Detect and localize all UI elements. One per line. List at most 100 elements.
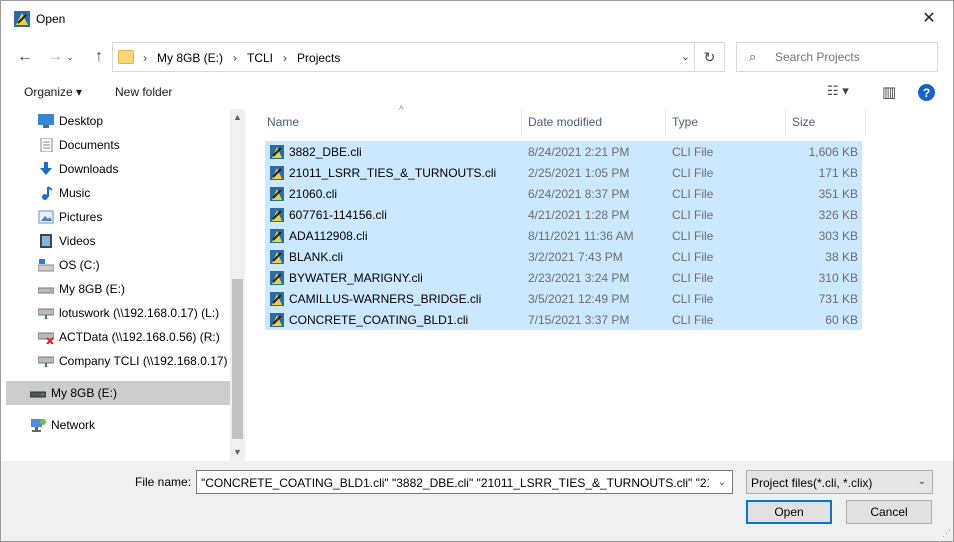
sidebar-item-actdata[interactable]: ACTData (\\192.168.0.56) (R:) — [6, 325, 231, 349]
file-row[interactable]: BLANK.cli 3/2/2021 7:43 PM CLI File 38 KB — [265, 246, 862, 267]
scroll-up-icon[interactable]: ▲ — [233, 112, 242, 122]
column-header-date[interactable]: Date modified — [522, 109, 666, 135]
usb-drive-icon — [38, 287, 54, 294]
resize-grip-icon[interactable]: ⋰ — [942, 528, 951, 539]
videos-icon — [40, 234, 52, 248]
file-size: 326 KB — [818, 208, 858, 222]
breadcrumb-drive[interactable]: My 8GB (E:) — [153, 51, 227, 65]
cli-file-icon — [270, 208, 284, 222]
address-bar[interactable]: › My 8GB (E:) › TCLI › Projects ⌄ ↻ — [112, 42, 725, 72]
sidebar-item-label: Videos — [59, 234, 96, 248]
sidebar-item-usb-drive-root[interactable]: My 8GB (E:) — [6, 381, 231, 405]
help-button[interactable]: ? — [918, 84, 935, 101]
recent-locations-button[interactable]: ⌄ — [64, 47, 76, 67]
pictures-icon — [38, 210, 54, 224]
file-name: ADA112908.cli — [289, 229, 368, 243]
change-view-button[interactable]: ☷ ▾ — [827, 83, 849, 99]
search-icon: ⌕ — [749, 49, 757, 64]
sidebar-item-os-drive[interactable]: OS (C:) — [6, 253, 231, 277]
sidebar-item-downloads[interactable]: Downloads — [6, 157, 231, 181]
file-row[interactable]: ADA112908.cli 8/11/2021 11:36 AM CLI File 3… — [265, 225, 862, 246]
preview-pane-button[interactable]: ▥ — [882, 83, 896, 101]
window-title: Open — [36, 12, 66, 26]
file-date: 7/15/2021 3:37 PM — [528, 313, 630, 327]
cancel-button[interactable]: Cancel — [846, 500, 932, 524]
file-size: 38 KB — [825, 250, 858, 264]
cli-file-icon — [270, 187, 284, 201]
sidebar-item-network[interactable]: Network — [6, 413, 231, 437]
file-size: 303 KB — [818, 229, 858, 243]
column-header-size[interactable]: Size — [786, 109, 866, 135]
breadcrumb-tcli[interactable]: TCLI — [243, 51, 277, 65]
file-date: 4/21/2021 1:28 PM — [528, 208, 630, 222]
chevron-down-icon[interactable]: ⌄ — [712, 471, 732, 493]
sidebar-item-company-tcli[interactable]: Company TCLI (\\192.168.0.17) ( — [6, 349, 231, 373]
search-input[interactable] — [775, 47, 933, 67]
sidebar-item-label: My 8GB (E:) — [51, 386, 118, 400]
file-name: BLANK.cli — [289, 250, 344, 264]
file-row[interactable]: 21011_LSRR_TIES_&_TURNOUTS.cli 2/25/2021 … — [265, 162, 862, 183]
file-row[interactable]: CONCRETE_COATING_BLD1.cli 7/15/2021 3:37 … — [265, 309, 862, 330]
file-row[interactable]: CAMILLUS-WARNERS_BRIDGE.cli 3/5/2021 12:4… — [265, 288, 862, 309]
address-dropdown-icon[interactable]: ⌄ — [681, 50, 690, 63]
file-type: CLI File — [672, 145, 714, 159]
refresh-button[interactable]: ↻ — [694, 43, 724, 71]
cli-file-icon — [270, 271, 284, 285]
sidebar-scrollbar[interactable]: ▲ ▼ — [230, 109, 245, 461]
column-header-label: Name — [267, 115, 300, 129]
file-row[interactable]: 21060.cli 6/24/2021 8:37 PM CLI File 351 KB — [265, 183, 862, 204]
file-row[interactable]: BYWATER_MARIGNY.cli 2/23/2021 3:24 PM CLI … — [265, 267, 862, 288]
new-folder-button[interactable]: New folder — [115, 85, 172, 99]
file-name: 607761-114156.cli — [289, 208, 387, 222]
file-type: CLI File — [672, 250, 714, 264]
file-date: 3/5/2021 12:49 PM — [528, 292, 630, 306]
column-header-name[interactable]: ^ Name — [261, 105, 522, 135]
file-type: CLI File — [672, 292, 714, 306]
file-name-field[interactable]: "CONCRETE_COATING_BLD1.cli" "3882_DBE.cl… — [196, 470, 733, 494]
network-drive-icon — [38, 356, 54, 367]
up-button[interactable]: ↑ — [89, 47, 109, 67]
sidebar-item-label: Desktop — [59, 114, 104, 128]
network-icon — [31, 419, 46, 432]
breadcrumb-separator: › — [233, 51, 238, 65]
breadcrumb-separator: › — [283, 51, 288, 65]
sidebar-item-videos[interactable]: Videos — [6, 229, 231, 253]
scroll-down-icon[interactable]: ▼ — [233, 447, 242, 457]
refresh-icon: ↻ — [703, 48, 716, 65]
sidebar-item-music[interactable]: Music — [6, 181, 231, 205]
scrollbar-thumb[interactable] — [232, 279, 243, 439]
sidebar-item-desktop[interactable]: Desktop — [6, 109, 231, 133]
sidebar-item-usb-drive[interactable]: My 8GB (E:) — [6, 277, 231, 301]
cli-file-icon — [270, 166, 284, 180]
back-button[interactable]: ← — [15, 47, 35, 67]
arrow-left-icon: ← — [17, 48, 33, 65]
sidebar-item-label: Documents — [59, 138, 120, 152]
file-type: CLI File — [672, 229, 714, 243]
sidebar-item-pictures[interactable]: Pictures — [6, 205, 231, 229]
sidebar-item-label: Pictures — [59, 210, 103, 224]
sort-ascending-icon: ^ — [399, 105, 404, 116]
sidebar-item-lotuswork[interactable]: lotuswork (\\192.168.0.17) (L:) — [6, 301, 231, 325]
file-row[interactable]: 607761-114156.cli 4/21/2021 1:28 PM CLI Fi… — [265, 204, 862, 225]
cli-file-icon — [270, 313, 284, 327]
search-box[interactable]: ⌕ — [736, 42, 938, 72]
column-header-label: Size — [792, 115, 816, 129]
close-button[interactable]: ✕ — [911, 5, 947, 31]
sidebar-item-documents[interactable]: Documents — [6, 133, 231, 157]
file-name-label: File name: — [135, 475, 192, 489]
file-type: CLI File — [672, 187, 714, 201]
open-button[interactable]: Open — [746, 500, 832, 524]
forward-button[interactable]: → — [45, 47, 65, 67]
chevron-down-icon: ⌄ — [917, 476, 926, 487]
breadcrumb-projects[interactable]: Projects — [293, 51, 344, 65]
organize-button[interactable]: Organize ▾ — [24, 85, 82, 99]
file-name-value[interactable]: "CONCRETE_COATING_BLD1.cli" "3882_DBE.cl… — [201, 476, 709, 490]
file-type-select[interactable]: Project files(*.cli, *.clix) ⌄ — [746, 470, 933, 494]
column-header-type[interactable]: Type — [666, 109, 786, 135]
drive-os-icon — [38, 259, 54, 272]
sidebar-item-label: My 8GB (E:) — [59, 282, 126, 296]
usb-drive-icon — [30, 391, 46, 398]
file-row[interactable]: 3882_DBE.cli 8/24/2021 2:21 PM CLI File 1,6… — [265, 141, 862, 162]
file-size: 1,606 KB — [808, 145, 858, 159]
sidebar-item-label: Network — [51, 418, 96, 432]
